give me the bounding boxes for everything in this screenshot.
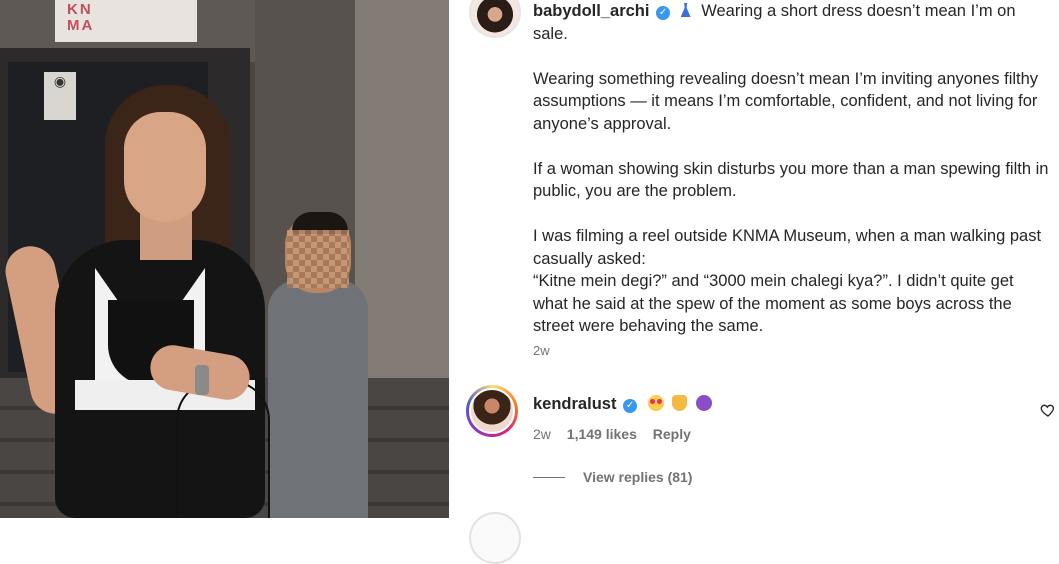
comment-body: kendralust ✓ [533,393,712,415]
post-media-image[interactable]: KN MA ◉ [0,0,449,518]
comment-reply-button[interactable]: Reply [653,426,691,442]
wristwatch [195,365,209,395]
heart-eyes-emoji-icon [647,395,664,411]
post-author-avatar[interactable] [469,0,521,38]
comment-timestamp[interactable]: 2w [533,426,551,442]
man-figure [268,280,368,518]
post-author-username[interactable]: babydoll_archi [533,2,649,20]
bag-strap [176,380,270,518]
woman-face [124,112,206,222]
post-caption: babydoll_archi ✓ Wearing a short dress d… [533,0,1051,338]
museum-sign: KN MA [55,0,197,42]
door-notice: ◉ [44,72,76,120]
commenter-username[interactable]: kendralust [533,395,616,413]
devil-emoji-icon [695,395,712,411]
verified-badge-icon: ✓ [656,6,671,20]
divider-dash [533,477,565,478]
comment-meta: 2w 1,149 likes Reply [533,426,691,442]
raising-hands-emoji-icon [672,395,688,411]
verified-badge-icon: ✓ [623,399,638,413]
commenter-avatar[interactable] [466,385,518,437]
caption-paragraph: If a woman showing skin disturbs you mor… [533,159,1049,201]
next-commenter-avatar[interactable] [469,512,521,564]
museum-sign-logo: KN MA [67,1,95,34]
post-timestamp[interactable]: 2w [533,343,550,358]
comment-likes-count[interactable]: 1,149 likes [567,426,637,442]
dress-emoji-icon [680,3,691,17]
heart-outline-icon[interactable] [1040,402,1056,418]
view-replies-button[interactable]: View replies (81) [533,469,692,485]
post-side-panel: babydoll_archi ✓ Wearing a short dress d… [449,0,1059,564]
caption-paragraph: I was filming a reel outside KNMA Museum… [533,227,1042,268]
view-replies-label: View replies (81) [583,469,693,485]
caption-quote: “Kitne mein degi?” and “3000 mein chaleg… [533,272,1014,335]
pixelated-face [287,230,349,288]
caption-paragraph: Wearing something revealing doesn’t mean… [533,69,1039,133]
